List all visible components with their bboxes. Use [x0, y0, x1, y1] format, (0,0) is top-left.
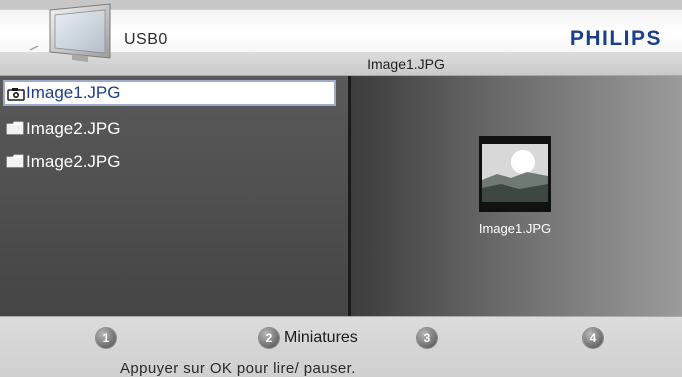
- key-3-icon: 3: [417, 328, 437, 348]
- key-2-label: Miniatures: [284, 329, 358, 346]
- hint-text: Appuyer sur OK pour lire/ pauser.: [120, 360, 356, 377]
- source-label: USB0: [124, 31, 168, 48]
- file-item-image1[interactable]: Image1.JPG: [3, 80, 336, 106]
- key-1-icon: 1: [96, 328, 116, 348]
- tv-icon: [29, 3, 111, 62]
- folder-icon: [6, 154, 24, 168]
- key-2-icon: 2: [259, 328, 279, 348]
- key-2-miniatures-button[interactable]: 2 Miniatures: [259, 327, 358, 349]
- key-4-icon: 4: [583, 328, 603, 348]
- key-4-button[interactable]: 4: [583, 327, 603, 349]
- brand-logo: PHILIPS: [569, 27, 662, 50]
- landscape-thumbnail-icon[interactable]: [479, 136, 551, 212]
- file-item-image2-copy[interactable]: Image2.JPG: [4, 149, 334, 175]
- folder-icon: [6, 121, 24, 135]
- key-3-button[interactable]: 3: [417, 327, 437, 349]
- media-browser-screen: USB0 PHILIPS Image1.JPG Image1.JPG Image…: [0, 0, 682, 377]
- camera-icon: [7, 88, 25, 101]
- file-item-label: Image2.JPG: [26, 119, 121, 138]
- thumbnail-caption: Image1.JPG: [478, 221, 552, 236]
- file-item-label: Image1.JPG: [26, 83, 121, 102]
- footer-bar: 1 2 Miniatures 3 4 Appuyer sur OK pour l…: [0, 316, 682, 377]
- file-list: Image1.JPG Image2.JPG Image2.JPG: [0, 76, 348, 316]
- key-1-button[interactable]: 1: [96, 327, 116, 349]
- preview-pane: Image1.JPG: [351, 76, 682, 316]
- file-item-image2[interactable]: Image2.JPG: [4, 116, 334, 142]
- file-item-label: Image2.JPG: [26, 152, 121, 171]
